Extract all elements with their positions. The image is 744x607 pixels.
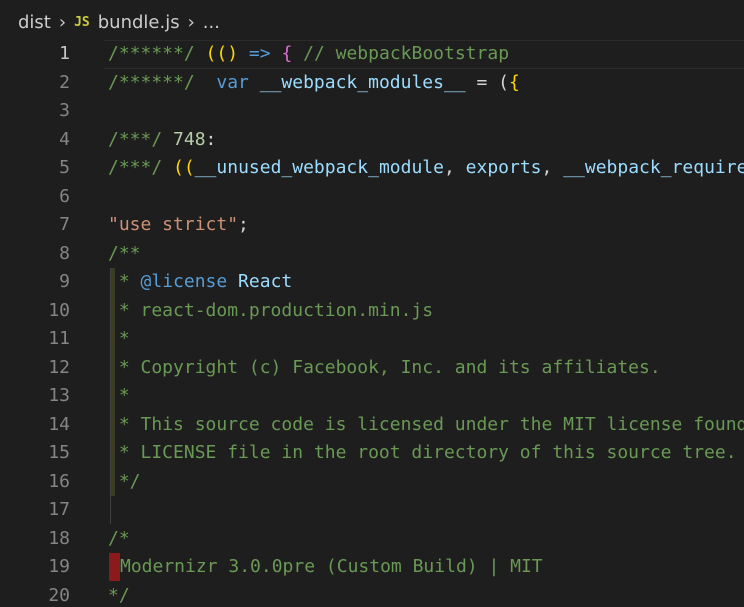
code-text: /******/ var __webpack_modules__ = ({ (108, 71, 520, 93)
chevron-right-icon: › (58, 11, 67, 33)
code-line[interactable]: 16 */ (0, 468, 744, 497)
code-line[interactable]: 11 * (0, 325, 744, 354)
code-text: /***/ 748: (108, 128, 217, 150)
code-text: * LICENSE file in the root directory of … (108, 442, 737, 463)
line-number: 6 (59, 185, 70, 207)
code-text: * (108, 385, 130, 406)
line-number: 17 (48, 499, 70, 520)
code-text: * (108, 328, 130, 349)
code-text: * This source code is licensed under the… (118, 413, 744, 435)
line-number: 15 (48, 442, 70, 463)
code-line[interactable]: 19 Modernizr 3.0.0pre (Custom Build) | M… (0, 553, 744, 582)
line-number: 11 (48, 328, 70, 349)
line-number: 20 (48, 584, 70, 606)
line-number: 4 (59, 128, 70, 150)
line-number: 10 (48, 299, 70, 321)
breadcrumb-symbol[interactable]: ... (203, 12, 220, 33)
code-line[interactable]: 14 * This source code is licensed under … (0, 411, 744, 440)
line-number: 18 (48, 527, 70, 549)
breadcrumb-file[interactable]: bundle.js (98, 12, 180, 33)
code-line[interactable]: 20 */ (0, 582, 744, 607)
code-line[interactable]: 13 * (0, 382, 744, 411)
line-number: 2 (59, 71, 70, 93)
code-line[interactable]: 2 /******/ var __webpack_modules__ = ({ (0, 69, 744, 98)
line-number: 16 (48, 470, 70, 492)
code-line[interactable]: 3 (0, 97, 744, 126)
code-line[interactable]: 6 (0, 183, 744, 212)
chevron-right-icon: › (187, 11, 195, 33)
code-text: */ (108, 470, 141, 492)
code-editor[interactable]: 1 /******/ (() => { // webpackBootstrap … (0, 40, 744, 607)
code-text: * react-dom.production.min.js (108, 299, 434, 321)
code-line[interactable]: 17 (0, 496, 744, 525)
line-number: 5 (59, 157, 70, 178)
code-line[interactable]: 10 * react-dom.production.min.js (0, 297, 744, 326)
code-line[interactable]: 5 /***/ ((__unused_webpack_module, expor… (0, 154, 744, 183)
line-number: 12 (48, 356, 70, 378)
line-number: 1 (59, 43, 70, 64)
code-text: * Copyright (c) Facebook, Inc. and its a… (108, 356, 661, 378)
code-line[interactable]: 12 * Copyright (c) Facebook, Inc. and it… (0, 354, 744, 383)
code-line[interactable]: 7 "use strict"; (0, 211, 744, 240)
line-number: 7 (59, 214, 70, 235)
code-text: /******/ (() => { // webpackBootstrap (108, 43, 510, 64)
code-line[interactable]: 8 /** (0, 240, 744, 269)
code-text: /* (108, 527, 130, 549)
breadcrumb-folder[interactable]: dist (18, 12, 51, 33)
code-text: "use strict"; (108, 214, 249, 235)
line-number: 13 (48, 385, 70, 406)
code-line[interactable]: 18 /* (0, 525, 744, 554)
javascript-file-icon: JS (74, 14, 90, 30)
line-number: 9 (59, 271, 70, 292)
code-line[interactable]: 1 /******/ (() => { // webpackBootstrap (0, 40, 744, 69)
code-line[interactable]: 4 /***/ 748: (0, 126, 744, 155)
code-text: /***/ ((__unused_webpack_module, exports… (108, 157, 744, 178)
code-line[interactable]: 15 * LICENSE file in the root directory … (0, 439, 744, 468)
code-line[interactable]: 9 * @license React (0, 268, 744, 297)
code-text: Modernizr 3.0.0pre (Custom Build) | MIT (120, 556, 543, 577)
line-number: 14 (48, 413, 70, 435)
code-text: */ (108, 584, 130, 606)
line-number: 8 (59, 242, 70, 264)
line-number: 3 (59, 100, 70, 121)
breadcrumb: dist › JS bundle.js › ... (0, 0, 744, 44)
code-text: * @license React (108, 271, 293, 292)
line-number: 19 (48, 556, 70, 577)
code-text: /** (108, 242, 141, 264)
